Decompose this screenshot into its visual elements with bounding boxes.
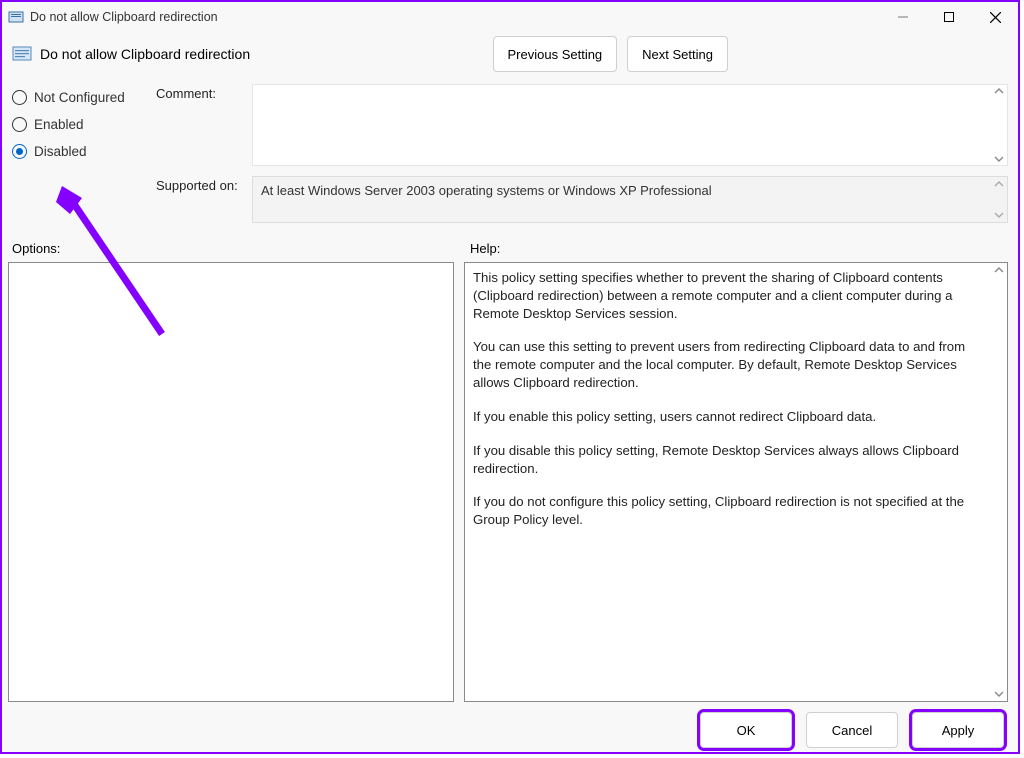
help-text: If you disable this policy setting, Remo… xyxy=(473,442,983,478)
window-buttons xyxy=(880,2,1018,32)
comment-row: Comment: xyxy=(156,84,1008,166)
minimize-button[interactable] xyxy=(880,2,926,32)
apply-button[interactable]: Apply xyxy=(912,712,1004,748)
radio-label: Enabled xyxy=(34,117,84,132)
help-text: This policy setting specifies whether to… xyxy=(473,269,983,322)
help-text: You can use this setting to prevent user… xyxy=(473,338,983,391)
chevron-up-icon[interactable] xyxy=(993,87,1005,95)
options-panel xyxy=(8,262,454,702)
radio-disabled[interactable]: Disabled xyxy=(12,144,142,159)
radio-icon xyxy=(12,117,27,132)
panels: This policy setting specifies whether to… xyxy=(2,256,1018,708)
window-title: Do not allow Clipboard redirection xyxy=(30,10,218,24)
chevron-down-icon[interactable] xyxy=(993,211,1005,219)
header-row: Do not allow Clipboard redirection Previ… xyxy=(2,32,1018,84)
chevron-up-icon[interactable] xyxy=(993,180,1005,188)
help-text: If you do not configure this policy sett… xyxy=(473,493,983,529)
radio-label: Disabled xyxy=(34,144,87,159)
chevron-down-icon[interactable] xyxy=(993,690,1005,698)
state-radios: Not Configured Enabled Disabled xyxy=(12,84,142,233)
titlebar: Do not allow Clipboard redirection xyxy=(2,2,1018,32)
maximize-button[interactable] xyxy=(926,2,972,32)
radio-label: Not Configured xyxy=(34,90,125,105)
comment-label: Comment: xyxy=(156,84,252,166)
fields-column: Comment: Supported on: At least Windows … xyxy=(156,84,1008,233)
help-panel: This policy setting specifies whether to… xyxy=(464,262,1008,702)
supported-on-text: At least Windows Server 2003 operating s… xyxy=(261,183,712,198)
comment-input[interactable] xyxy=(252,84,1008,166)
close-button[interactable] xyxy=(972,2,1018,32)
radio-not-configured[interactable]: Not Configured xyxy=(12,90,142,105)
page-title: Do not allow Clipboard redirection xyxy=(40,46,250,62)
footer-buttons: OK Cancel Apply xyxy=(2,708,1018,752)
radio-icon xyxy=(12,144,27,159)
next-setting-button[interactable]: Next Setting xyxy=(627,36,728,72)
options-label: Options: xyxy=(12,241,462,256)
previous-setting-button[interactable]: Previous Setting xyxy=(493,36,618,72)
ok-button[interactable]: OK xyxy=(700,712,792,748)
panel-labels: Options: Help: xyxy=(2,241,1018,256)
help-label: Help: xyxy=(470,241,500,256)
chevron-down-icon[interactable] xyxy=(993,155,1005,163)
settings-area: Not Configured Enabled Disabled Comment: xyxy=(2,84,1018,241)
supported-on-value: At least Windows Server 2003 operating s… xyxy=(252,176,1008,223)
cancel-button[interactable]: Cancel xyxy=(806,712,898,748)
supported-on-row: Supported on: At least Windows Server 20… xyxy=(156,176,1008,223)
supported-on-label: Supported on: xyxy=(156,176,252,223)
policy-icon xyxy=(8,9,24,25)
window: Do not allow Clipboard redirection Do no… xyxy=(0,0,1020,754)
radio-icon xyxy=(12,90,27,105)
radio-enabled[interactable]: Enabled xyxy=(12,117,142,132)
help-text: If you enable this policy setting, users… xyxy=(473,408,983,426)
chevron-up-icon[interactable] xyxy=(993,266,1005,274)
policy-icon-large xyxy=(12,44,32,64)
nav-buttons: Previous Setting Next Setting xyxy=(493,36,729,72)
